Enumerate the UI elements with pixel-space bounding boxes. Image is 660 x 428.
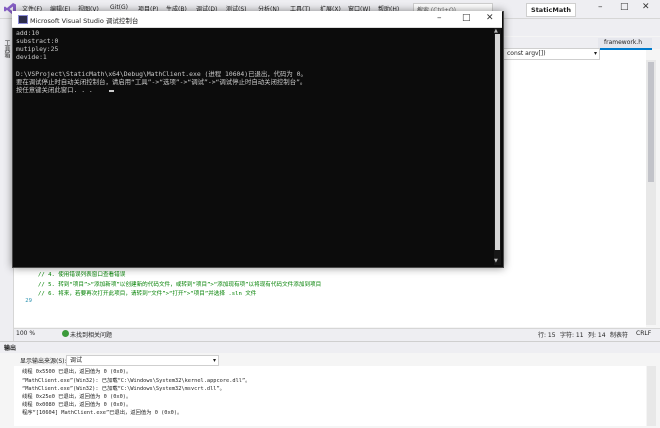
check-circle-icon [62, 330, 69, 337]
output-line: “MathClient.exe”(Win32): 已加载“C:\Windows\… [22, 378, 251, 384]
console-maximize-icon[interactable]: □ [462, 13, 471, 23]
output-source-label: 显示输出来源(S): [20, 358, 67, 365]
function-dropdown[interactable]: const argv[]) ▾ [500, 48, 600, 60]
function-dropdown-value: const argv[]) [507, 50, 546, 57]
output-line: 线程 0x0080 已退出，返回值为 0 (0x0)。 [22, 402, 132, 408]
status-char: 字符: 11 [560, 332, 584, 339]
code-line: // 6. 将来，若要再次打开此项目，请转到“文件”>“打开”>“项目”并选择 … [38, 291, 257, 297]
console-app-icon [18, 15, 28, 24]
scroll-up-icon[interactable]: ▲ [494, 28, 498, 34]
console-scrollbar-thumb[interactable] [495, 34, 500, 250]
output-header [0, 342, 660, 353]
output-source-value: 调试 [70, 357, 83, 364]
console-line: 按任意键关闭此窗口. . . [16, 86, 93, 94]
output-line: 线程 0x25e0 已退出，返回值为 0 (0x0)。 [22, 394, 132, 400]
console-minimize-icon[interactable]: – [437, 13, 442, 23]
output-title: 输出 [4, 345, 17, 352]
console-close-icon[interactable]: ✕ [486, 13, 494, 23]
menu-item[interactable]: Git(G) [110, 4, 128, 11]
scroll-down-icon[interactable]: ▼ [494, 258, 498, 264]
status-col: 列: 14 [588, 332, 606, 339]
maximize-icon[interactable]: □ [620, 2, 629, 12]
debug-console-window[interactable] [12, 11, 504, 268]
minimize-icon[interactable]: – [598, 2, 603, 12]
console-line: devide:1 [16, 53, 47, 61]
tab-framework-h[interactable]: framework.h [598, 38, 652, 50]
solution-name-badge[interactable]: StaticMath [526, 3, 576, 17]
close-icon[interactable]: ✕ [642, 2, 650, 12]
output-scrollbar[interactable] [647, 366, 656, 426]
code-line: // 5. 转到“项目”>“添加新项”以创建新的代码文件，或转到“项目”>“添加… [38, 282, 322, 288]
output-line: 程序“[10604] MathClient.exe”已退出，返回值为 0 (0x… [22, 410, 183, 416]
console-cursor [109, 90, 114, 92]
zoom-level[interactable]: 100 % [16, 330, 35, 337]
output-source-select[interactable]: 调试 ▾ [66, 355, 219, 366]
console-line: add:10 [16, 29, 40, 37]
console-line: mutipley:25 [16, 45, 59, 53]
toolbox-tab[interactable]: 工具箱 [2, 40, 11, 58]
console-title: Microsoft Visual Studio 调试控制台 [30, 17, 139, 25]
output-line: 线程 0x5500 已退出，返回值为 0 (0x0)。 [22, 369, 132, 375]
code-line: // 4. 使用错误列表窗口查看错误 [38, 272, 126, 278]
editor-scrollbar-thumb[interactable] [648, 62, 654, 182]
status-eol: CRLF [636, 330, 652, 337]
status-line: 行: 15 [538, 332, 556, 339]
issues-status[interactable]: 未找到相关问题 [70, 330, 112, 339]
status-tabs: 制表符 [610, 332, 629, 339]
output-line: “MathClient.exe”(Win32): 已加载“C:\Windows\… [22, 386, 225, 392]
chevron-down-icon: ▾ [593, 50, 597, 57]
code-line: 29 [25, 298, 32, 304]
chevron-down-icon: ▾ [212, 357, 216, 364]
console-line: substract:0 [16, 37, 59, 45]
